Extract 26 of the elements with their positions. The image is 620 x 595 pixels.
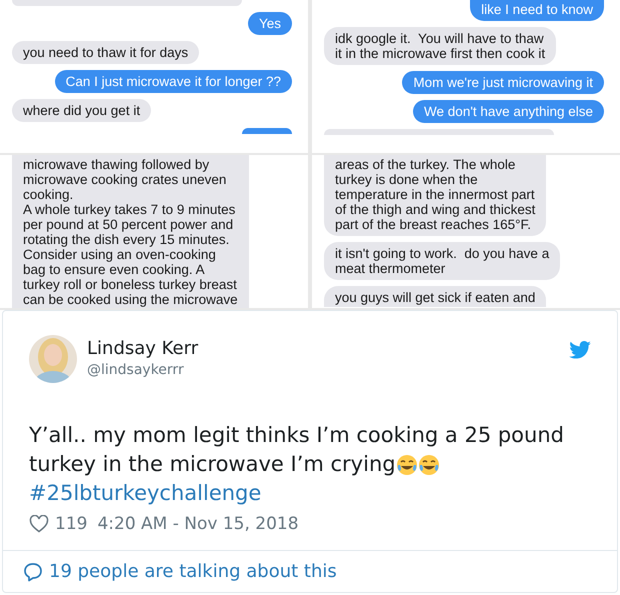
timestamp: 4:20 AM - Nov 15, 2018	[97, 514, 299, 534]
laughing-emoji-icon	[396, 454, 418, 476]
sent-message: Can I just microwave it for longer ??	[54, 70, 292, 93]
sent-message: Yes	[248, 12, 292, 35]
sent-message: Mom we're just microwaving it	[402, 71, 604, 94]
heart-icon[interactable]	[29, 515, 49, 533]
sent-message	[242, 128, 292, 134]
received-message: microwave thawing followed by microwave cooking crates uneven cooking. A whole turkey takes 7 to 9 minutes per pound at 50 percent power and rotating the dish every 15 minutes. Consider using an oven-cooking bag to ensure even cooking. A turkey roll or boneless turkey breast can be cooked using the microwave	[12, 155, 249, 308]
hashtag-link[interactable]: #25lbturkeychallenge	[29, 479, 591, 508]
received-message: you guys will get sick if eaten and	[324, 286, 546, 307]
received-message: where did you get it	[12, 99, 152, 122]
received-message: idk google it. You will have to thaw it in the microwave first then cook it	[324, 27, 556, 65]
laughing-emoji-icon	[418, 454, 440, 476]
sent-message: like I need to know	[470, 0, 604, 21]
author-name: Lindsay Kerr	[87, 338, 200, 360]
received-message: it isn't going to work. do you have a meat thermometer	[324, 242, 560, 280]
conversation-link[interactable]: 19 people are talking about this	[49, 561, 337, 582]
like-count: 119	[55, 514, 88, 534]
author-handle: @lindsaykerrr	[87, 361, 185, 380]
bird-icon[interactable]	[569, 341, 591, 359]
speech-bubble-icon	[23, 562, 43, 582]
tweet-text: Y’all.. my mom legit thinks I’m cooking a 25 pound	[29, 422, 564, 449]
sent-message: We don't have anything else	[413, 100, 604, 123]
tweet-text: turkey in the microwave I’m crying	[29, 451, 396, 478]
received-message: you need to thaw it for days	[12, 41, 200, 64]
received-message: areas of the turkey. The whole turkey is done when the temperature in the innermost part of the thigh and wing and thickest part of the breast reaches 165°F.	[324, 155, 546, 236]
